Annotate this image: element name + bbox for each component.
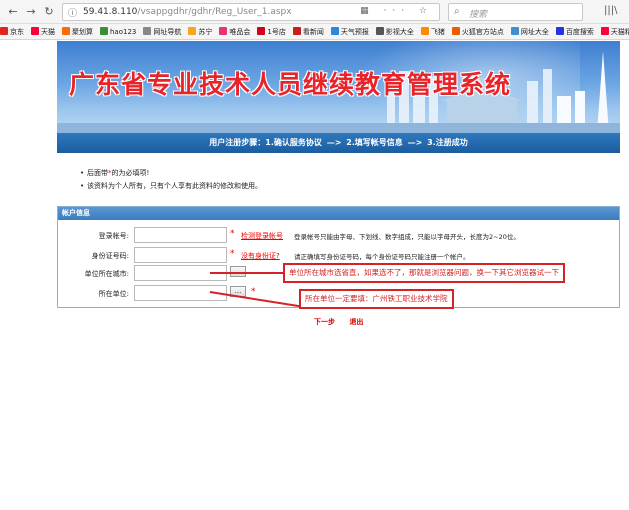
- bookmark-label: 网址大全: [520, 28, 549, 36]
- back-arrow-icon[interactable]: ←: [6, 5, 20, 19]
- login-account-hint: 登录帐号只能由字母、下划线、数字组成，只能以字母开头，长度为2~20位。: [294, 233, 520, 241]
- step-3: 3.注册成功: [427, 138, 468, 147]
- bookmark-favicon-icon: [100, 27, 108, 35]
- registration-steps-bar: 用户注册步骤：1.确认服务协议 —> 2.填写帐号信息 —> 3.注册成功: [57, 133, 620, 153]
- bookmark-label: 飞猪: [430, 28, 445, 36]
- bookmark-label: 京东: [10, 28, 24, 36]
- bookmark-label: 唯品会: [229, 28, 251, 36]
- step-arrow-2: —>: [407, 138, 423, 147]
- library-icon[interactable]: |||\: [604, 5, 617, 16]
- bookmark-favicon-icon: [31, 27, 39, 35]
- steps-prefix: 用户注册步骤：: [209, 138, 266, 147]
- account-info-header: 帐户信息: [58, 207, 619, 220]
- required-mark: *: [251, 287, 256, 297]
- bookmark-item[interactable]: 百度搜索: [555, 24, 594, 39]
- bookmark-item[interactable]: 聚划算: [62, 24, 93, 39]
- bookmark-item[interactable]: 网址导航: [143, 24, 182, 39]
- note-required: 后面带*的为必填项!: [80, 167, 262, 180]
- bookmark-label: 影视大全: [385, 28, 414, 36]
- reload-icon[interactable]: ↻: [42, 5, 56, 19]
- bookmark-item[interactable]: 火狐官方站点: [451, 24, 504, 39]
- form-notes: 后面带*的为必填项! 该资料为个人所有，只有个人享有此资料的修改和使用。: [80, 167, 262, 193]
- bookmark-item[interactable]: 天猫: [31, 24, 55, 39]
- row-login-account: 登录帐号: * 检测登录帐号 登录帐号只能由字母、下划线、数字组成，只能以字母开…: [58, 227, 619, 243]
- bookmark-label: 天气预报: [340, 28, 369, 36]
- step-arrow-1: —>: [326, 138, 342, 147]
- bookmark-favicon-icon: [257, 27, 266, 35]
- step-1: 1.确认服务协议: [265, 138, 322, 147]
- id-number-hint: 请正确填写身份证号码，每个身份证号码只能注册一个帐户。: [294, 253, 470, 261]
- bookmark-label: 火狐官方站点: [461, 28, 504, 36]
- banner-title: 广东省专业技术人员继续教育管理系统: [69, 70, 512, 99]
- bookmark-item[interactable]: 1号店: [257, 24, 286, 39]
- search-icon: ⌕: [454, 6, 460, 17]
- bookmark-favicon-icon: [292, 27, 301, 35]
- bookmark-favicon-icon: [600, 27, 609, 35]
- bookmark-label: 天猫精选: [610, 28, 629, 36]
- login-account-label: 登录帐号:: [98, 232, 129, 240]
- bookmark-label: 网址导航: [153, 28, 182, 36]
- bookmark-favicon-icon: [375, 27, 384, 35]
- step-2-current: 2.填写帐号信息: [346, 138, 403, 147]
- bookmark-label: hao123: [110, 28, 137, 36]
- bookmark-favicon-icon: [330, 27, 339, 35]
- url-text: 59.41.8.110/vsappgdhr/gdhr/Reg_User_1.as…: [83, 7, 292, 17]
- bookmark-favicon-icon: [0, 27, 8, 35]
- search-placeholder: 搜索: [469, 10, 488, 20]
- annotation-arrow-1: [210, 272, 287, 274]
- site-banner: 广东省专业技术人员继续教育管理系统: [57, 41, 620, 133]
- bookmarks-bar: 京东 天猫 聚划算 hao123 网址导航 苏宁 唯品会 1号店 看新闻 天气预报 影视大全 飞猪 火狐…: [0, 24, 629, 40]
- bookmark-label: 看新闻: [302, 28, 324, 36]
- bookmark-item[interactable]: 唯品会: [219, 24, 251, 39]
- unit-label: 所在单位:: [98, 290, 129, 298]
- browser-nav-bar: ← → ↻ ⓘ 59.41.8.110/vsappgdhr/gdhr/Reg_U…: [0, 0, 629, 24]
- bookmark-favicon-icon: [188, 27, 197, 35]
- bookmark-label: 百度搜索: [565, 28, 594, 36]
- bookmark-item[interactable]: 天气预报: [330, 24, 369, 39]
- check-account-link[interactable]: 检测登录帐号: [241, 231, 283, 241]
- unit-city-label: 单位所在城市:: [84, 270, 129, 278]
- id-number-input[interactable]: [134, 247, 227, 263]
- bookmark-item[interactable]: 影视大全: [375, 24, 414, 39]
- forward-arrow-icon[interactable]: →: [24, 5, 38, 19]
- bookmark-label: 1号店: [267, 28, 286, 36]
- next-step-button[interactable]: 下一步: [314, 318, 335, 326]
- row-id-number: 身份证号码: * 没有身份证? 请正确填写身份证号码，每个身份证号码只能注册一个…: [58, 247, 619, 263]
- annotation-unit-note: 所在单位一定要填：广州铁工职业技术学院: [299, 289, 454, 309]
- bookmark-item[interactable]: hao123: [100, 24, 137, 39]
- bookmark-item[interactable]: 苏宁: [188, 24, 213, 39]
- form-actions: 下一步 退出: [314, 317, 375, 327]
- login-account-input[interactable]: [134, 227, 227, 243]
- bookmark-item[interactable]: 看新闻: [292, 24, 324, 39]
- annotation-city-note: 单位所在城市选省直，如果选不了，那就是浏览器问题，换一下其它浏览器试一下: [283, 263, 565, 283]
- bookmark-label: 天猫: [41, 28, 55, 36]
- bookmark-item[interactable]: 飞猪: [420, 24, 445, 39]
- note-privacy: 该资料为个人所有，只有个人享有此资料的修改和使用。: [80, 180, 262, 193]
- bookmark-item[interactable]: 京东: [0, 24, 24, 39]
- no-id-card-link[interactable]: 没有身份证?: [241, 251, 280, 261]
- address-bar[interactable]: ⓘ 59.41.8.110/vsappgdhr/gdhr/Reg_User_1.…: [62, 3, 440, 21]
- bookmark-favicon-icon: [555, 27, 564, 35]
- required-mark: *: [230, 229, 235, 239]
- bookmark-label: 苏宁: [198, 28, 213, 36]
- exit-button[interactable]: 退出: [349, 318, 363, 326]
- id-number-label: 身份证号码:: [91, 252, 129, 260]
- required-mark: *: [230, 249, 235, 259]
- bookmark-item[interactable]: 网址大全: [510, 24, 549, 39]
- page-actions-icon[interactable]: ▦ ··· ☆: [360, 6, 433, 16]
- bookmark-favicon-icon: [451, 27, 460, 35]
- bookmark-favicon-icon: [143, 27, 152, 35]
- bookmark-favicon-icon: [219, 27, 228, 35]
- site-info-icon[interactable]: ⓘ: [68, 6, 77, 19]
- bookmark-favicon-icon: [62, 27, 70, 35]
- bookmark-favicon-icon: [510, 27, 519, 35]
- search-input[interactable]: ⌕ 搜索: [448, 3, 583, 21]
- bookmark-label: 聚划算: [72, 28, 93, 36]
- bookmark-favicon-icon: [420, 27, 429, 35]
- bookmark-item[interactable]: 天猫精选: [600, 24, 629, 39]
